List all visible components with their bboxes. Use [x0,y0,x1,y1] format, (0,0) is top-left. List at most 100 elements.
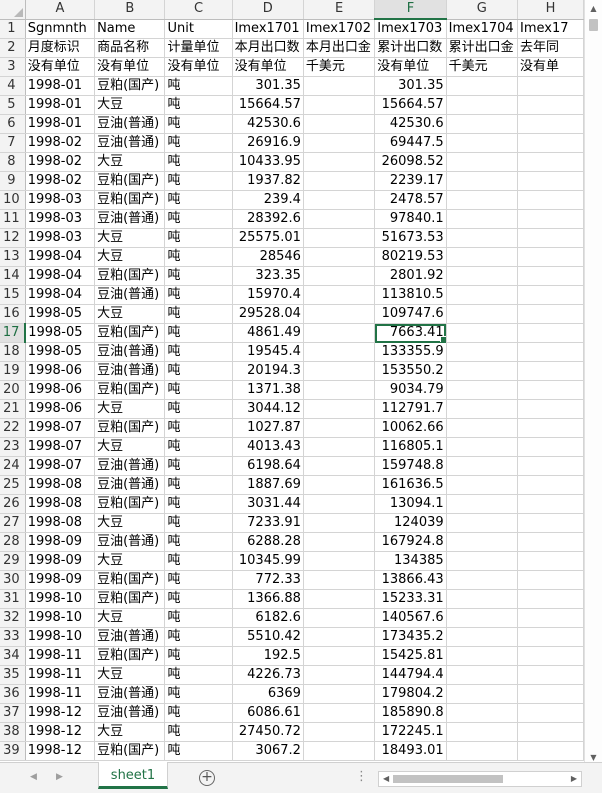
horizontal-scrollbar[interactable]: ◀ ▶ [378,771,582,787]
cell-d15[interactable]: 15970.4 [232,285,304,305]
cell-a31[interactable]: 1998-10 [25,589,96,609]
cell-h11[interactable] [517,209,584,229]
cell-f19[interactable]: 153550.2 [374,361,447,381]
cell-e11[interactable] [303,209,376,229]
cell-c39[interactable]: 吨 [164,741,233,761]
cell-h4[interactable] [517,76,584,96]
cell-d24[interactable]: 6198.64 [232,456,304,476]
cell-d19[interactable]: 20194.3 [232,361,304,381]
cell-a28[interactable]: 1998-09 [25,532,96,552]
cell-d26[interactable]: 3031.44 [232,494,304,514]
cell-d39[interactable]: 3067.2 [232,741,304,761]
cell-f2[interactable]: 累计出口数 [374,38,447,58]
cell-g16[interactable] [446,304,519,324]
column-header-a[interactable]: A [25,0,96,20]
cell-d34[interactable]: 192.5 [232,646,304,666]
cell-d2[interactable]: 本月出口数 [232,38,304,58]
cell-e13[interactable] [303,247,376,267]
cell-g17[interactable] [446,323,519,343]
cell-a8[interactable]: 1998-02 [25,152,96,172]
cell-f35[interactable]: 144794.4 [374,665,447,685]
cell-d7[interactable]: 26916.9 [232,133,304,153]
cell-e7[interactable] [303,133,376,153]
cell-d5[interactable]: 15664.57 [232,95,304,115]
row-header[interactable]: 30 [0,570,26,590]
row-header[interactable]: 5 [0,95,26,115]
cell-b15[interactable]: 豆油(普通) [94,285,166,305]
cell-d3[interactable]: 没有单位 [232,57,304,77]
cell-b26[interactable]: 豆粕(国产) [94,494,166,514]
cell-a23[interactable]: 1998-07 [25,437,96,457]
cell-g23[interactable] [446,437,519,457]
cell-d38[interactable]: 27450.72 [232,722,304,742]
cell-b31[interactable]: 豆粕(国产) [94,589,166,609]
cell-f34[interactable]: 15425.81 [374,646,447,666]
cell-g34[interactable] [446,646,519,666]
cell-e27[interactable] [303,513,376,533]
cell-b1[interactable]: Name [94,19,166,39]
cell-h9[interactable] [517,171,584,191]
cell-g36[interactable] [446,684,519,704]
cell-h25[interactable] [517,475,584,495]
cell-b20[interactable]: 豆粕(国产) [94,380,166,400]
cell-a16[interactable]: 1998-05 [25,304,96,324]
cell-c23[interactable]: 吨 [164,437,233,457]
cell-f18[interactable]: 133355.9 [374,342,447,362]
cell-g20[interactable] [446,380,519,400]
cell-g38[interactable] [446,722,519,742]
cell-c10[interactable]: 吨 [164,190,233,210]
cell-b39[interactable]: 豆粕(国产) [94,741,166,761]
cell-b9[interactable]: 豆粕(国产) [94,171,166,191]
row-header[interactable]: 6 [0,114,26,134]
cell-h16[interactable] [517,304,584,324]
cell-f32[interactable]: 140567.6 [374,608,447,628]
cell-a25[interactable]: 1998-08 [25,475,96,495]
cell-h22[interactable] [517,418,584,438]
cell-a20[interactable]: 1998-06 [25,380,96,400]
cell-d1[interactable]: Imex1701 [232,19,304,39]
row-header[interactable]: 18 [0,342,26,362]
cell-h6[interactable] [517,114,584,134]
cell-f11[interactable]: 97840.1 [374,209,447,229]
cell-h1[interactable]: Imex17 [517,19,584,39]
scroll-up-icon[interactable]: ▲ [585,0,602,17]
cell-b14[interactable]: 豆粕(国产) [94,266,166,286]
row-header[interactable]: 1 [0,19,26,39]
row-header[interactable]: 22 [0,418,26,438]
row-header[interactable]: 36 [0,684,26,704]
scroll-right-icon[interactable]: ▶ [571,774,577,783]
cell-c37[interactable]: 吨 [164,703,233,723]
cell-c8[interactable]: 吨 [164,152,233,172]
cell-c29[interactable]: 吨 [164,551,233,571]
cell-e36[interactable] [303,684,376,704]
row-header[interactable]: 17 [0,323,27,343]
cell-c26[interactable]: 吨 [164,494,233,514]
cell-d14[interactable]: 323.35 [232,266,304,286]
row-header[interactable]: 7 [0,133,26,153]
cell-a5[interactable]: 1998-01 [25,95,96,115]
cell-c20[interactable]: 吨 [164,380,233,400]
cell-a9[interactable]: 1998-02 [25,171,96,191]
row-header[interactable]: 39 [0,741,26,761]
cell-h38[interactable] [517,722,584,742]
cell-c17[interactable]: 吨 [164,323,233,343]
cell-c28[interactable]: 吨 [164,532,233,552]
cell-e12[interactable] [303,228,376,248]
row-header[interactable]: 16 [0,304,26,324]
cell-h2[interactable]: 去年同 [517,38,584,58]
cell-b25[interactable]: 豆油(普通) [94,475,166,495]
vertical-scroll-thumb[interactable] [589,19,598,31]
row-header[interactable]: 24 [0,456,26,476]
cell-g5[interactable] [446,95,519,115]
cell-d12[interactable]: 25575.01 [232,228,304,248]
previous-sheet-icon[interactable]: ◀ [30,772,37,782]
cell-g39[interactable] [446,741,519,761]
cell-f33[interactable]: 173435.2 [374,627,447,647]
cell-f4[interactable]: 301.35 [374,76,447,96]
cell-e22[interactable] [303,418,376,438]
cell-f7[interactable]: 69447.5 [374,133,447,153]
cell-c9[interactable]: 吨 [164,171,233,191]
cell-g2[interactable]: 累计出口金 [446,38,519,58]
cell-a11[interactable]: 1998-03 [25,209,96,229]
cell-e33[interactable] [303,627,376,647]
